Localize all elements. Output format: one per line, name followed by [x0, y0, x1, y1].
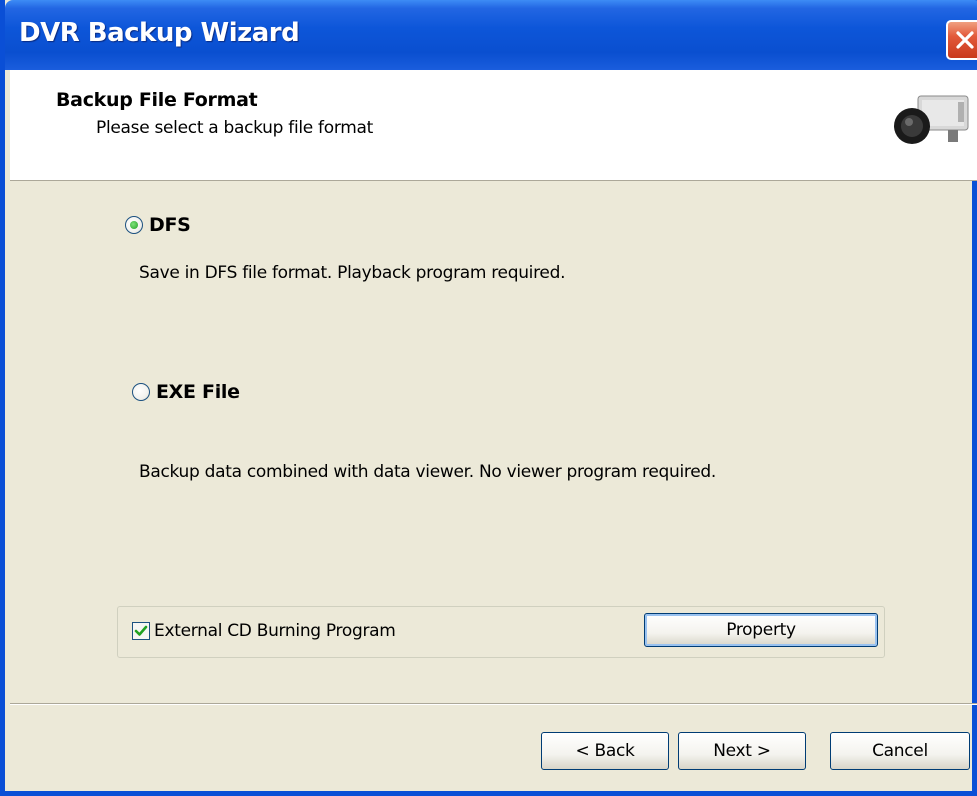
footer-divider [10, 703, 977, 704]
window-title: DVR Backup Wizard [19, 18, 300, 48]
exe-description: Backup data combined with data viewer. N… [139, 462, 716, 482]
page-subtitle: Please select a backup file format [96, 118, 373, 138]
page-title: Backup File Format [56, 89, 258, 111]
camera-icon [888, 88, 972, 164]
external-cd-option[interactable]: External CD Burning Program [132, 621, 396, 641]
title-bar[interactable]: DVR Backup Wizard [5, 0, 977, 70]
option-exe[interactable]: EXE File [132, 381, 240, 403]
property-button[interactable]: Property [644, 613, 878, 647]
external-cd-checkbox[interactable] [132, 622, 150, 640]
cd-burning-group: External CD Burning Program Property [117, 606, 885, 658]
cancel-button[interactable]: Cancel [830, 732, 970, 770]
wizard-header: Backup File Format Please select a backu… [10, 70, 977, 181]
next-button[interactable]: Next > [678, 732, 806, 770]
option-dfs[interactable]: DFS [125, 214, 191, 236]
back-button[interactable]: < Back [541, 732, 669, 770]
close-button[interactable] [946, 20, 977, 60]
dfs-description: Save in DFS file format. Playback progra… [139, 263, 566, 283]
exe-radio[interactable] [132, 383, 150, 401]
dfs-radio[interactable] [125, 216, 143, 234]
external-cd-label[interactable]: External CD Burning Program [154, 621, 396, 641]
dfs-label[interactable]: DFS [149, 214, 191, 236]
exe-label[interactable]: EXE File [156, 381, 240, 403]
wizard-window: DVR Backup Wizard Backup File Format Ple… [0, 0, 977, 796]
